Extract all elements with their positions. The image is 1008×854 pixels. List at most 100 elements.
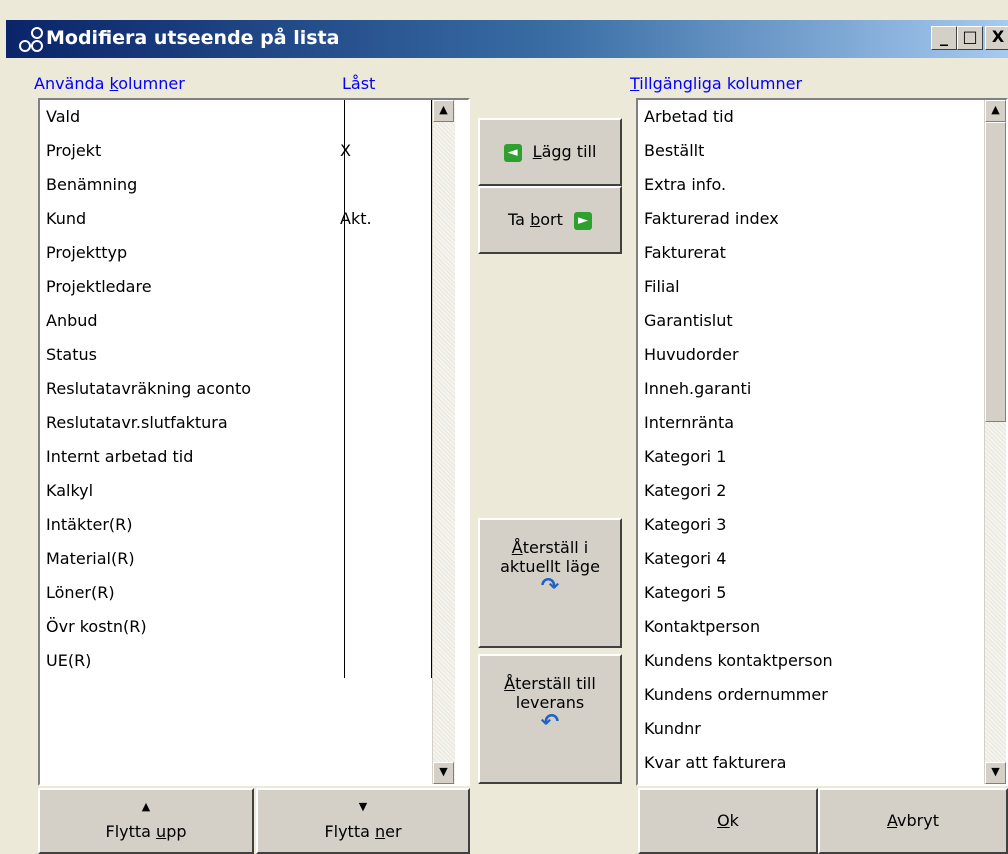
used-column-item[interactable]: Projektledare	[46, 270, 152, 304]
used-column-item[interactable]: Reslutatavräkning aconto	[46, 372, 251, 406]
dialog-content: Använda kolumner Låst Vald Projekt X Benämn…	[6, 58, 1008, 854]
available-column-item[interactable]: Internränta	[644, 406, 734, 440]
move-up-rest: pp	[166, 822, 187, 841]
window-title: Modifiera utseende på lista	[46, 27, 340, 49]
used-column-item[interactable]: Vald	[46, 100, 80, 134]
used-column-item[interactable]: Övr kostn(R)	[46, 610, 147, 644]
available-column-item[interactable]: Fakturerat	[644, 236, 726, 270]
ok-button[interactable]: Ok	[638, 788, 818, 854]
locked-column-header: Låst	[342, 74, 376, 93]
ok-accel: O	[717, 811, 730, 830]
scroll-down-button[interactable]: ▼	[985, 762, 1006, 784]
remove-column-label: Ta bort	[508, 210, 563, 229]
locked-cell[interactable]: X	[340, 134, 351, 168]
used-column-item[interactable]: Anbud	[46, 304, 98, 338]
move-up-accel: u	[156, 822, 167, 841]
available-column-item[interactable]: Huvudorder	[644, 338, 739, 372]
ok-rest: k	[729, 811, 739, 830]
close-button[interactable]: X	[985, 26, 1008, 50]
cancel-rest: vbryt	[897, 811, 939, 830]
move-up-label: Flytta upp	[40, 822, 252, 841]
used-columns-scrollbar[interactable]: ▲ ▼	[432, 100, 455, 784]
reset-delivery-button[interactable]: Återställ till leverans ↶	[478, 654, 622, 784]
remove-column-button[interactable]: Ta bort ►	[478, 186, 622, 254]
used-column-item[interactable]: Material(R)	[46, 542, 135, 576]
available-columns-label-accel: T	[630, 74, 640, 93]
add-rest: ägg till	[541, 142, 597, 161]
move-down-button[interactable]: ▼ Flytta ner	[256, 788, 470, 854]
used-column-item[interactable]: Projekttyp	[46, 236, 127, 270]
scroll-thumb[interactable]	[985, 122, 1006, 422]
triangle-up-icon: ▲	[141, 800, 151, 813]
cancel-button[interactable]: Avbryt	[818, 788, 1008, 854]
reset-delivery-rest: terställ till	[515, 674, 596, 693]
used-columns-label-rest: olumner	[118, 74, 185, 93]
remove-pre: Ta	[508, 210, 531, 229]
available-columns-list[interactable]: Arbetad tid Beställt Extra info. Fakturerad…	[636, 98, 1008, 786]
scroll-up-button[interactable]: ▲	[433, 100, 454, 122]
used-column-item[interactable]: Löner(R)	[46, 576, 115, 610]
used-column-item[interactable]: Projekt	[46, 134, 101, 168]
used-column-item[interactable]: Kalkyl	[46, 474, 93, 508]
used-column-item[interactable]: Internt arbetad tid	[46, 440, 193, 474]
used-column-item[interactable]: Intäkter(R)	[46, 508, 133, 542]
add-column-button[interactable]: ◄ Lägg till	[478, 118, 622, 186]
used-columns-label: Använda kolumner	[34, 74, 185, 93]
dialog-window: Modifiera utseende på lista _ □ X Använd…	[0, 0, 1008, 854]
available-column-item[interactable]: Beställt	[644, 134, 704, 168]
maximize-button[interactable]: □	[957, 26, 983, 50]
available-column-item[interactable]: Kategori 1	[644, 440, 726, 474]
triangle-down-icon: ▼	[358, 800, 368, 813]
reset-current-line1: Återställ i	[480, 538, 620, 557]
available-columns-label: Tillgängliga kolumner	[630, 74, 802, 93]
undo-arrow-icon: ↶	[540, 710, 560, 735]
add-accel: L	[532, 142, 542, 161]
available-column-item[interactable]: Kvar att fakturera	[644, 746, 786, 780]
available-column-item[interactable]: Kategori 3	[644, 508, 726, 542]
available-column-item[interactable]: Kundnr	[644, 712, 701, 746]
available-column-item[interactable]: Kontaktperson	[644, 610, 760, 644]
used-column-item[interactable]: Reslutatavr.slutfaktura	[46, 406, 228, 440]
arrow-left-green-icon: ◄	[503, 143, 522, 162]
available-column-item[interactable]: Garantislut	[644, 304, 733, 338]
remove-accel: b	[530, 210, 541, 229]
used-column-item[interactable]: Benämning	[46, 168, 137, 202]
used-columns-list[interactable]: Vald Projekt X Benämning Kund Akt. Projekttyp P…	[38, 98, 470, 786]
available-column-item[interactable]: Arbetad tid	[644, 100, 734, 134]
used-column-item[interactable]: UE(R)	[46, 644, 91, 678]
move-down-label: Flytta ner	[258, 822, 468, 841]
available-column-item[interactable]: Kategori 2	[644, 474, 726, 508]
redo-arrow-icon: ↷	[540, 574, 560, 599]
available-column-item[interactable]: Inneh.garanti	[644, 372, 751, 406]
scroll-down-button[interactable]: ▼	[433, 762, 454, 784]
cancel-accel: A	[887, 811, 898, 830]
available-column-item[interactable]: Kategori 5	[644, 576, 726, 610]
scroll-up-button[interactable]: ▲	[985, 100, 1006, 122]
title-bar[interactable]: Modifiera utseende på lista _ □ X	[6, 20, 1008, 58]
move-up-pre: Flytta	[105, 822, 157, 841]
available-column-item[interactable]: Fakturerad index	[644, 202, 779, 236]
available-column-item[interactable]: Kategori 4	[644, 542, 726, 576]
available-column-item[interactable]: Kundens ordernummer	[644, 678, 828, 712]
reset-current-button[interactable]: Återställ i aktuellt läge ↷	[478, 518, 622, 648]
add-column-label: Lägg till	[533, 142, 597, 161]
locked-cell[interactable]: Akt.	[340, 202, 372, 236]
available-columns-scrollbar[interactable]: ▲ ▼	[984, 100, 1006, 784]
move-down-pre: Flytta	[324, 822, 375, 841]
move-up-button[interactable]: ▲ Flytta upp	[38, 788, 254, 854]
used-columns-label-text: Använda	[34, 74, 110, 93]
available-column-item[interactable]: Kundens kontaktperson	[644, 644, 833, 678]
remove-rest: ort	[540, 210, 563, 229]
arrow-right-green-icon: ►	[573, 211, 592, 230]
used-column-item[interactable]: Kund	[46, 202, 86, 236]
move-down-rest: er	[385, 822, 402, 841]
used-columns-label-accel: k	[109, 74, 119, 93]
minimize-button[interactable]: _	[931, 26, 957, 50]
available-column-item[interactable]: Extra info.	[644, 168, 726, 202]
used-column-item[interactable]: Status	[46, 338, 97, 372]
column-separator	[344, 100, 345, 678]
available-column-item[interactable]: Filial	[644, 270, 680, 304]
move-down-accel: n	[375, 822, 386, 841]
reset-delivery-line1: Återställ till	[480, 674, 620, 693]
app-icon	[19, 27, 43, 52]
